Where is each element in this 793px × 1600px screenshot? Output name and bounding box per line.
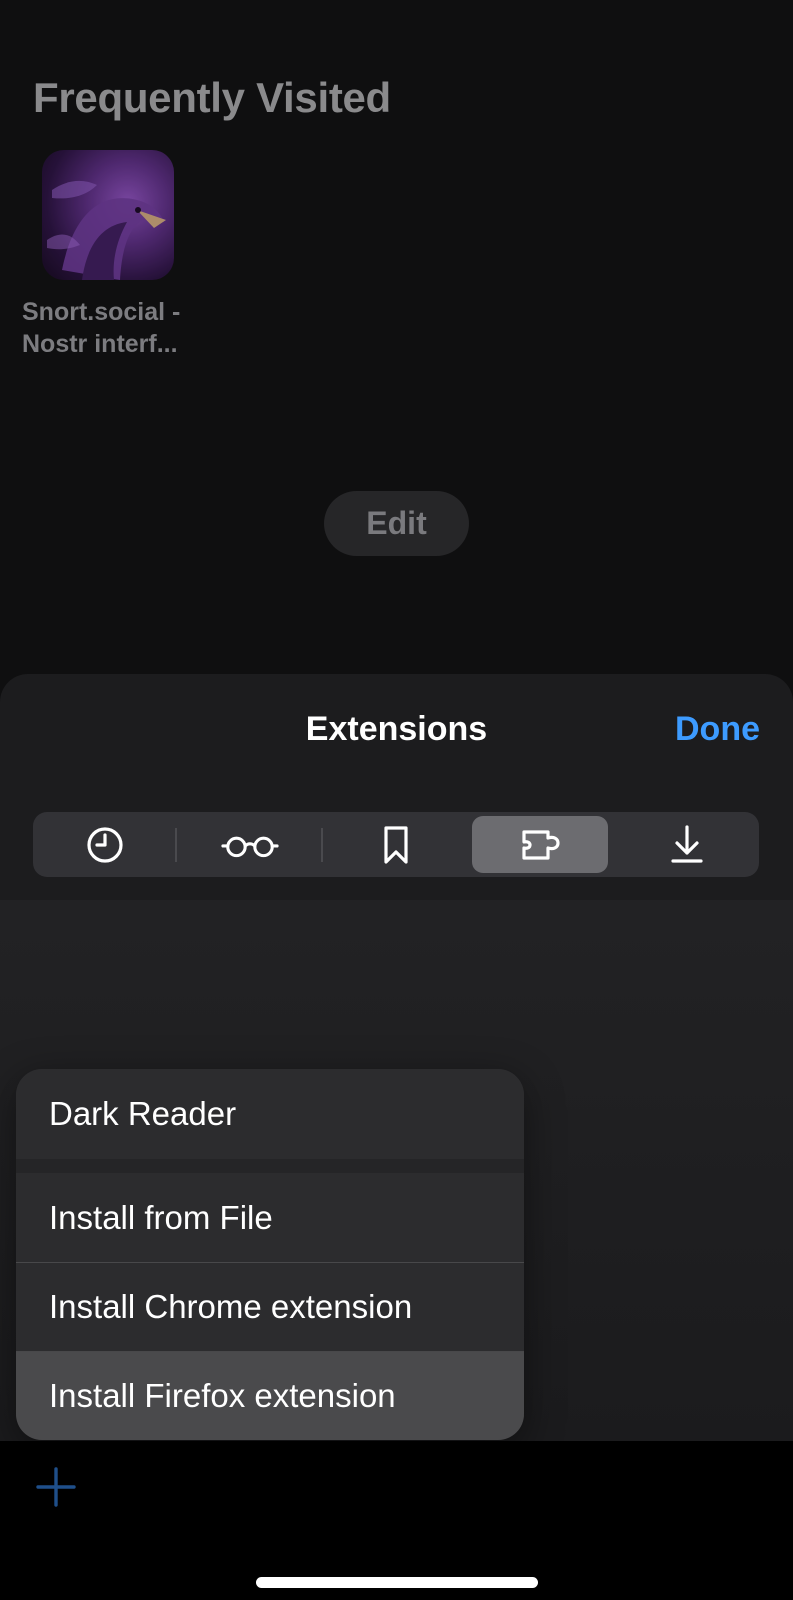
- edit-button[interactable]: Edit: [324, 491, 469, 556]
- site-tile-thumbnail[interactable]: [42, 150, 174, 280]
- puzzle-icon: [522, 829, 560, 860]
- tab-history[interactable]: [37, 816, 173, 873]
- segment-divider: [321, 828, 323, 862]
- tab-bookmarks[interactable]: [328, 816, 464, 873]
- clock-icon: [87, 826, 123, 863]
- menu-section-gap: [16, 1159, 524, 1173]
- section-title: Frequently Visited: [33, 74, 391, 121]
- menu-item-install-from-file[interactable]: Install from File: [16, 1173, 524, 1262]
- tab-reading-list[interactable]: [182, 816, 318, 873]
- add-extension-button[interactable]: [34, 1465, 78, 1509]
- done-button[interactable]: Done: [675, 710, 760, 749]
- plus-icon: [36, 1467, 76, 1507]
- eagle-artwork-icon: [47, 180, 166, 280]
- segment-divider: [175, 828, 177, 862]
- download-icon: [671, 824, 703, 863]
- tab-downloads[interactable]: [619, 816, 755, 873]
- menu-item-install-chrome[interactable]: Install Chrome extension: [16, 1263, 524, 1351]
- bookmark-icon: [384, 825, 408, 864]
- home-indicator: [256, 1577, 538, 1588]
- glasses-icon: [221, 836, 279, 857]
- site-tile-caption[interactable]: Snort.social - Nostr interf...: [22, 296, 212, 360]
- bottom-toolbar: [0, 1441, 793, 1600]
- screen: Frequently Visited Snort.social - Nostr …: [0, 0, 793, 1600]
- tab-extensions[interactable]: [472, 816, 608, 873]
- library-segmented-control: [33, 812, 759, 877]
- menu-item-install-firefox[interactable]: Install Firefox extension: [16, 1352, 524, 1440]
- add-extension-menu: Dark Reader Install from File Install Ch…: [16, 1069, 524, 1440]
- menu-item-dark-reader[interactable]: Dark Reader: [16, 1069, 524, 1159]
